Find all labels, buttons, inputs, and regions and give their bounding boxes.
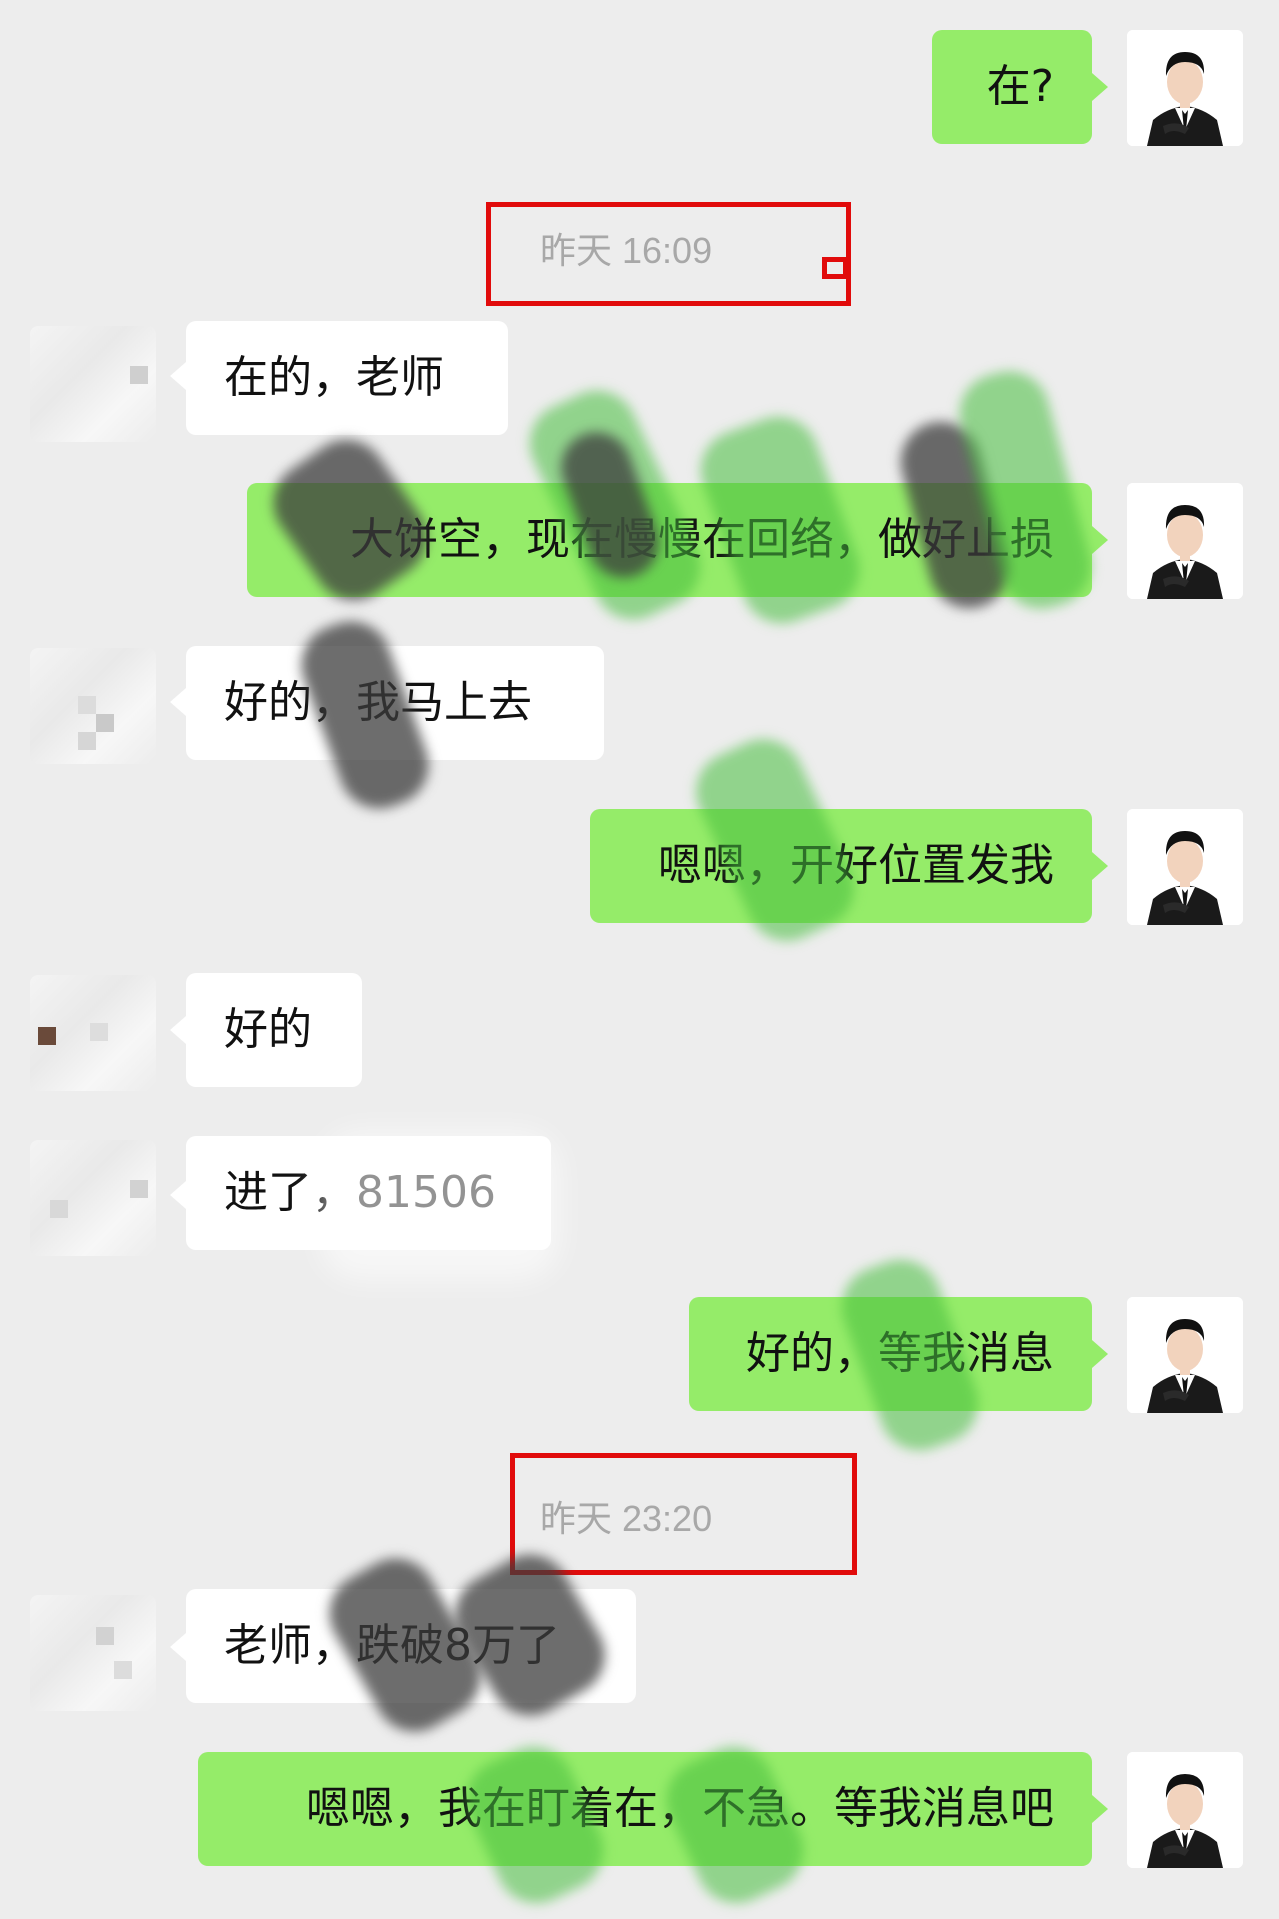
bubble-tail: [1092, 73, 1108, 101]
self-avatar-icon[interactable]: [1127, 1752, 1243, 1868]
highlight-box: [486, 202, 851, 306]
self-avatar-icon[interactable]: [1127, 809, 1243, 925]
message-bubble-other[interactable]: 老师，跌破8万了: [186, 1589, 636, 1703]
message-bubble-other[interactable]: 进了，81506: [186, 1136, 551, 1250]
message-text: 嗯嗯，我在盯着在，不急。等我消息吧: [306, 1783, 1054, 1834]
message-bubble-self[interactable]: 嗯嗯，我在盯着在，不急。等我消息吧: [198, 1752, 1092, 1866]
message-text: 嗯嗯，开好位置发我: [658, 840, 1054, 891]
message-text: 在的，老师: [224, 352, 444, 403]
other-avatar-icon[interactable]: [30, 648, 156, 764]
self-avatar-icon[interactable]: [1127, 483, 1243, 599]
bubble-tail: [1092, 852, 1108, 880]
message-bubble-self[interactable]: 嗯嗯，开好位置发我: [590, 809, 1092, 923]
message-text: 在?: [986, 61, 1054, 112]
message-text: 老师，跌破8万了: [224, 1620, 560, 1671]
highlight-box-marker: [822, 257, 848, 279]
bubble-tail: [170, 688, 186, 716]
bubble-tail: [1092, 526, 1108, 554]
bubble-tail: [170, 1181, 186, 1209]
message-bubble-other[interactable]: 在的，老师: [186, 321, 508, 435]
message-bubble-self[interactable]: 在?: [932, 30, 1092, 144]
message-text: 好的，等我消息: [746, 1328, 1054, 1379]
bubble-tail: [1092, 1795, 1108, 1823]
bubble-tail: [1092, 1340, 1108, 1368]
self-avatar-icon[interactable]: [1127, 30, 1243, 146]
other-avatar-icon[interactable]: [30, 326, 156, 442]
message-bubble-self[interactable]: 好的，等我消息: [689, 1297, 1092, 1411]
other-avatar-icon[interactable]: [30, 1595, 156, 1711]
bubble-tail: [170, 1016, 186, 1044]
highlight-box: [510, 1453, 857, 1575]
message-bubble-other[interactable]: 好的，我马上去: [186, 646, 604, 760]
message-bubble-self[interactable]: 大饼空，现在慢慢在回络，做好止损: [247, 483, 1092, 597]
other-avatar-icon[interactable]: [30, 1140, 156, 1256]
bubble-tail: [170, 1633, 186, 1661]
message-text: 好的: [224, 1004, 312, 1055]
message-text: 好的，我马上去: [224, 677, 532, 728]
message-text: 大饼空，现在慢慢在回络，做好止损: [350, 514, 1054, 565]
bubble-tail: [170, 362, 186, 390]
message-bubble-other[interactable]: 好的: [186, 973, 362, 1087]
self-avatar-icon[interactable]: [1127, 1297, 1243, 1413]
other-avatar-icon[interactable]: [30, 975, 156, 1091]
message-text: 进了，81506: [224, 1167, 496, 1218]
